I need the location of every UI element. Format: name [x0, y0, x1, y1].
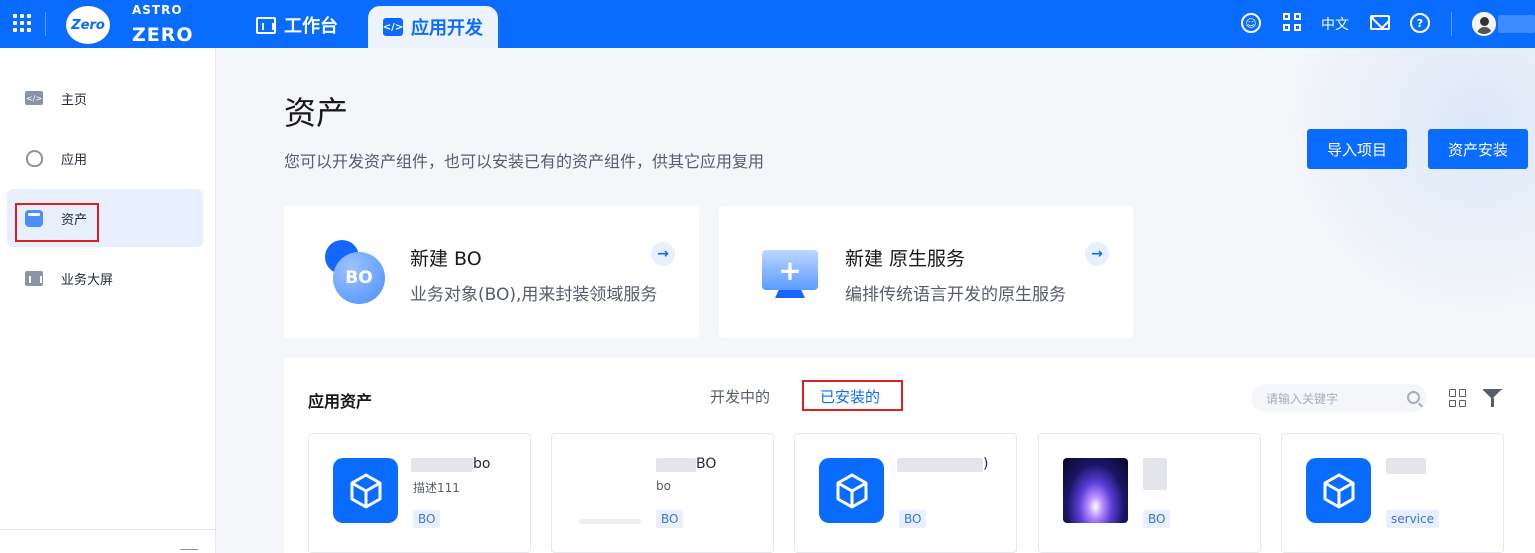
add-service-icon: +	[762, 250, 818, 290]
sidebar-item-dashboard[interactable]: 业务大屏	[7, 249, 203, 307]
background-decoration	[1250, 48, 1535, 348]
grid-view-icon[interactable]	[1449, 389, 1467, 407]
asset-card[interactable]: service	[1281, 433, 1504, 553]
asset-image	[1063, 458, 1128, 523]
import-project-button[interactable]: 导入项目	[1307, 129, 1407, 169]
cube-icon	[819, 458, 884, 523]
page-title: 资产	[284, 94, 349, 132]
create-bo-description: 业务对象(BO),用来封装领域服务	[410, 285, 658, 305]
sidebar: </> 主页 应用 资产 业务大屏	[0, 48, 216, 553]
tab-app-development-label: 应用开发	[411, 18, 483, 39]
filter-icon[interactable]	[1483, 389, 1502, 407]
sidebar-item-label: 应用	[61, 152, 88, 168]
create-native-service-title: 新建 原生服务	[845, 248, 966, 270]
redacted-name	[1143, 458, 1167, 490]
tab-developing[interactable]: 开发中的	[710, 386, 770, 407]
sidebar-item-home[interactable]: </> 主页	[7, 69, 203, 127]
app-icon	[24, 149, 44, 167]
collapse-icon[interactable]	[180, 549, 198, 553]
create-bo-card[interactable]: BO 新建 BO 业务对象(BO),用来封装领域服务 →	[284, 206, 699, 338]
app-assets-panel: 应用资产 开发中的 已安装的 请输入关键字 bo 描述111 BO BO bo …	[284, 358, 1535, 553]
asset-description: bo	[656, 479, 671, 493]
arrow-right-icon[interactable]: →	[651, 242, 675, 266]
sidebar-item-label: 主页	[61, 92, 88, 108]
asset-card[interactable]: ) BO	[794, 433, 1017, 553]
mail-icon[interactable]	[1370, 15, 1390, 30]
user-name-redacted[interactable]	[1498, 15, 1535, 33]
asset-description: 描述111	[413, 481, 460, 495]
create-native-service-description: 编排传统语言开发的原生服务	[845, 285, 1066, 305]
cube-icon	[1306, 458, 1371, 523]
code-icon: </>	[383, 18, 403, 36]
language-switch[interactable]: 中文	[1321, 14, 1349, 34]
asset-name: bo	[473, 456, 491, 472]
workbench-icon	[256, 16, 276, 34]
avatar[interactable]	[1472, 12, 1496, 36]
redacted-name	[411, 458, 473, 472]
asset-install-button[interactable]: 资产安装	[1428, 129, 1528, 169]
cube-icon	[333, 458, 398, 523]
tab-workbench-label: 工作台	[284, 16, 338, 37]
redacted-name	[897, 458, 983, 472]
header-divider-right	[1451, 12, 1452, 36]
asset-type-badge: BO	[656, 510, 684, 528]
help-icon[interactable]: ?	[1410, 13, 1430, 33]
top-bar: Zero ASTRO ZERO 工作台 </> 应用开发 ☺ 中文 ?	[0, 0, 1535, 48]
tab-app-development[interactable]: </> 应用开发	[368, 6, 498, 48]
create-native-service-card[interactable]: + 新建 原生服务 编排传统语言开发的原生服务 →	[719, 206, 1133, 338]
asset-card[interactable]: BO	[1038, 433, 1261, 553]
highlight-box-asset	[15, 203, 99, 242]
asset-name: BO	[696, 456, 717, 472]
logo-badge[interactable]: Zero	[66, 6, 110, 44]
header-divider	[45, 12, 46, 36]
arrow-right-icon[interactable]: →	[1085, 242, 1109, 266]
tab-workbench[interactable]: 工作台	[256, 12, 338, 38]
bo-icon: BO	[333, 252, 385, 304]
sidebar-item-app[interactable]: 应用	[7, 129, 203, 187]
qr-code-icon[interactable]	[1283, 13, 1301, 31]
smile-icon[interactable]: ☺	[1241, 13, 1261, 33]
dashboard-icon	[24, 269, 44, 287]
asset-type-badge: BO	[899, 510, 927, 528]
code-window-icon: </>	[24, 89, 44, 107]
logo-text-bottom: ZERO	[132, 24, 194, 46]
search-input[interactable]: 请输入关键字	[1251, 384, 1427, 412]
highlight-box-installed	[802, 380, 903, 411]
asset-card[interactable]: BO bo BO	[551, 433, 774, 553]
asset-type-badge: service	[1386, 510, 1439, 528]
sidebar-item-label: 业务大屏	[61, 272, 114, 288]
asset-card[interactable]: bo 描述111 BO	[308, 433, 531, 553]
search-placeholder: 请输入关键字	[1266, 392, 1339, 406]
panel-title: 应用资产	[308, 392, 373, 411]
search-icon[interactable]	[1407, 391, 1420, 404]
app-grid-icon[interactable]	[13, 14, 31, 32]
redacted-name	[656, 458, 696, 472]
redacted-name	[1386, 458, 1426, 474]
asset-type-badge: BO	[413, 510, 441, 528]
logo-text-top: ASTRO	[132, 3, 183, 17]
create-bo-title: 新建 BO	[410, 248, 482, 270]
asset-type-badge: BO	[1143, 510, 1171, 528]
sidebar-footer-divider	[0, 529, 216, 530]
page-description: 您可以开发资产组件，也可以安装已有的资产组件，供其它应用复用	[284, 152, 765, 171]
asset-name: )	[983, 456, 989, 472]
redacted-icon	[579, 519, 641, 524]
